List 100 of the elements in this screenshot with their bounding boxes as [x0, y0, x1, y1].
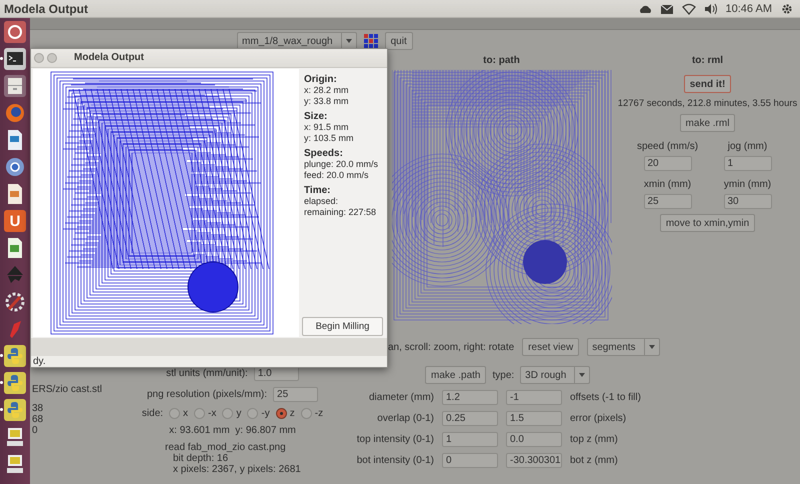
input-field[interactable]: 0.25	[442, 411, 498, 426]
info-text: x: 91.5 mm	[304, 122, 350, 133]
field-label: top z (mm)	[570, 434, 619, 445]
monitor-icon[interactable]	[4, 453, 26, 475]
log-text: x pixels: 2367, y pixels: 2681	[172, 464, 301, 475]
file-info-text: 38	[32, 403, 44, 414]
section-title: to: path	[483, 55, 520, 66]
cabinet-icon[interactable]	[4, 75, 26, 97]
info-heading: Origin:	[304, 74, 338, 85]
caret-icon	[346, 39, 352, 43]
globe-icon[interactable]	[4, 102, 26, 124]
info-text: plunge: 20.0 mm/s	[304, 158, 380, 170]
radio-button[interactable]	[300, 408, 312, 419]
field-label: jog (mm)	[728, 141, 768, 152]
input-field[interactable]: 0	[442, 453, 498, 468]
radio-button[interactable]	[247, 408, 258, 419]
input-field[interactable]: 30	[724, 194, 772, 209]
field-label: bot z (mm)	[570, 455, 619, 466]
info-heading: Size:	[304, 110, 328, 122]
info-text: x: 28.2 mm	[304, 84, 350, 96]
type-dropdown[interactable]: 3D rough	[520, 366, 590, 384]
window-title: Modela Output	[74, 52, 144, 64]
log-text: bit depth: 16	[172, 453, 230, 464]
gear-icon[interactable]	[780, 2, 794, 14]
toolpath-drawing[interactable]	[33, 68, 299, 337]
monitor-icon[interactable]	[4, 426, 26, 448]
field-label: top intensity (0-1)	[356, 434, 434, 445]
display-mode-dropdown[interactable]: segments	[587, 338, 660, 356]
send-button[interactable]: send it!	[684, 75, 732, 93]
file-path: ERS/zio cast.stl	[32, 384, 104, 395]
make-rml-button[interactable]: make .rml	[680, 114, 736, 132]
input-field[interactable]: 25	[644, 194, 692, 209]
field-label: xmin (mm)	[644, 179, 692, 190]
radio-label: -y	[261, 408, 270, 419]
input-field[interactable]: 1.2	[442, 390, 498, 405]
status-text: dy.	[33, 356, 46, 367]
radio-label: z	[290, 408, 295, 419]
field-label: speed (mm/s)	[636, 141, 698, 152]
ring-icon[interactable]	[4, 156, 26, 178]
input-field[interactable]: 1	[724, 156, 772, 171]
field-label: offsets (-1 to fill)	[570, 392, 642, 403]
clock-text[interactable]: 10:46 AM	[726, 2, 772, 14]
window-title: Modela Output	[4, 2, 89, 16]
circle-logo-icon[interactable]	[4, 21, 26, 43]
python-icon[interactable]	[4, 372, 26, 394]
toolpath-preview-drawing[interactable]	[392, 70, 612, 324]
dimensions-text: x: 93.601 mm y: 96.807 mm	[169, 425, 296, 436]
info-text: remaining: 227:58	[304, 206, 378, 218]
radio-button[interactable]	[276, 408, 287, 419]
caret-icon	[579, 373, 586, 377]
grid-icon[interactable]	[362, 33, 379, 49]
input-field[interactable]: 1.5	[506, 411, 562, 426]
field-label: error (pixels)	[570, 413, 628, 424]
radio-button[interactable]	[222, 408, 234, 419]
input-field[interactable]: 20	[644, 156, 692, 171]
log-text: read fab_mod_zio cast.png	[165, 442, 287, 453]
info-heading: Speeds:	[304, 148, 344, 159]
radio-label: x	[183, 408, 188, 419]
terminal-icon[interactable]	[4, 48, 26, 70]
field-label: type:	[492, 370, 514, 380]
radio-button[interactable]	[194, 408, 206, 419]
input-field[interactable]: 1	[442, 432, 498, 447]
info-text: feed: 20.0 mm/s	[304, 170, 370, 181]
file-info-text: 68	[32, 414, 44, 425]
field-label: stl units (mm/unit):	[166, 368, 248, 379]
input-field[interactable]: 0.0	[506, 432, 562, 447]
info-text: y: 33.8 mm	[304, 96, 350, 107]
info-text: y: 103.5 mm	[304, 132, 355, 144]
field-label: bot intensity (0-1)	[356, 455, 434, 466]
field-label: png resolution (pixels/mm):	[146, 389, 268, 400]
section-title: to: rml	[692, 55, 724, 66]
python-icon[interactable]	[4, 345, 26, 367]
python-icon[interactable]	[4, 399, 26, 421]
field-label: ymin (mm)	[724, 179, 772, 190]
wifi-icon[interactable]	[682, 2, 696, 14]
field-label: diameter (mm)	[368, 392, 434, 403]
radio-label: -x	[208, 408, 216, 419]
radio-label: y	[236, 408, 242, 419]
info-heading: Time:	[304, 184, 332, 196]
time-estimate: 12767 seconds, 212.8 minutes, 3.55 hours	[618, 98, 798, 109]
field-label: side:	[142, 408, 164, 419]
input-field[interactable]: -30.300301	[506, 453, 562, 468]
view-hint: an, scroll: zoom, right: rotate	[388, 342, 514, 352]
volume-icon[interactable]	[704, 2, 718, 14]
wrench-gear-icon[interactable]	[4, 291, 26, 313]
begin-milling-button[interactable]: Begin Milling	[302, 316, 383, 336]
radio-button[interactable]	[169, 408, 180, 419]
radio-label: -z	[314, 408, 324, 419]
move-button[interactable]: move to xmin,ymin	[660, 214, 756, 232]
info-text: elapsed:	[304, 196, 340, 207]
quit-button[interactable]: quit	[384, 32, 413, 50]
file-info-text: 0	[32, 425, 39, 436]
field-label: overlap (0-1)	[376, 413, 434, 424]
u-tile-icon[interactable]: U	[4, 210, 26, 232]
mail-icon[interactable]	[660, 2, 674, 14]
input-field[interactable]: 25	[273, 387, 318, 402]
reset-view-button[interactable]: reset view	[522, 338, 580, 356]
caret-icon	[648, 345, 655, 349]
make-path-button[interactable]: make .path	[425, 366, 486, 384]
input-field[interactable]: -1	[506, 390, 562, 405]
